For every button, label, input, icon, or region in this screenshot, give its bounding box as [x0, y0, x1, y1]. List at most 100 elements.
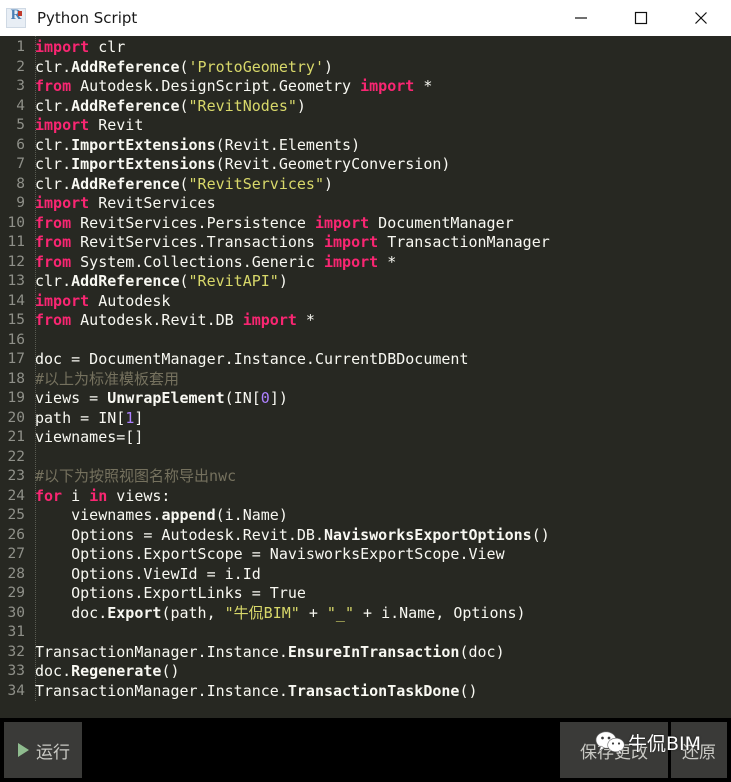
- code-token: (: [179, 57, 189, 76]
- code-token: ImportExtensions: [71, 135, 216, 154]
- line-number: 17: [7, 351, 25, 367]
- code-token: "牛侃BIM": [224, 603, 300, 622]
- line-text: from RevitServices.Transactions import T…: [30, 233, 550, 253]
- code-line: 8 clr.AddReference("RevitServices"): [0, 175, 731, 195]
- code-token: NavisworksExportOptions: [323, 525, 532, 544]
- line-text: TransactionManager.Instance.EnsureInTran…: [30, 643, 505, 663]
- line-number: 4: [16, 97, 25, 114]
- line-text: clr.AddReference("RevitServices"): [30, 175, 333, 195]
- code-token: "_": [326, 603, 354, 622]
- line-number: 30: [7, 604, 25, 621]
- line-text: import Revit: [30, 116, 143, 136]
- code-token: clr.: [35, 57, 72, 76]
- line-text: clr.AddReference("RevitNodes"): [30, 97, 306, 117]
- line-number: 12: [7, 253, 25, 270]
- line-text: clr.AddReference("RevitAPI"): [30, 272, 288, 292]
- line-number: 16: [7, 331, 25, 348]
- code-token: +: [299, 603, 327, 622]
- revert-button[interactable]: 还原: [671, 722, 727, 778]
- code-token: + i.Name, Options): [354, 603, 526, 622]
- code-token: Autodesk: [89, 291, 171, 310]
- line-number: 32: [7, 643, 25, 660]
- code-token: ): [296, 96, 306, 115]
- code-token: Options.ViewId = i.Id: [35, 564, 261, 583]
- code-line: 19 views = UnwrapElement(IN[0]): [0, 389, 731, 409]
- code-content[interactable]: 1 import clr 2 clr.AddReference('ProtoGeome…: [0, 36, 731, 701]
- line-number: 19: [7, 390, 25, 406]
- line-text: Options.ExportLinks = True: [30, 584, 306, 604]
- line-number: 5: [16, 117, 25, 133]
- code-token: clr: [89, 38, 126, 56]
- code-token: viewnames.: [35, 506, 162, 524]
- line-number: 14: [7, 292, 25, 309]
- code-line: 6 clr.ImportExtensions(Revit.Elements): [0, 136, 731, 156]
- code-token: RevitServices.Persistence: [71, 213, 315, 232]
- code-line: 28 Options.ViewId = i.Id: [0, 565, 731, 585]
- code-token: from: [35, 311, 72, 329]
- code-line: 20 path = IN[1]: [0, 409, 731, 429]
- code-token: import: [324, 252, 379, 271]
- code-token: (): [161, 662, 180, 680]
- code-line: 29 Options.ExportLinks = True: [0, 584, 731, 604]
- code-line: 30 doc.Export(path, "牛侃BIM" + "_" + i.Na…: [0, 604, 731, 624]
- code-line: 10 from RevitServices.Persistence import …: [0, 214, 731, 234]
- code-editor[interactable]: 1 import clr 2 clr.AddReference('ProtoGeome…: [0, 36, 731, 718]
- code-token: (: [179, 174, 189, 193]
- code-token: UnwrapElement: [107, 389, 225, 407]
- code-token: (): [459, 681, 478, 700]
- code-line: 1 import clr: [0, 38, 731, 58]
- line-text: viewnames.append(i.Name): [30, 506, 288, 526]
- save-changes-label: 保存更改: [580, 742, 648, 763]
- line-number: 26: [7, 526, 25, 543]
- code-line: 3 from Autodesk.DesignScript.Geometry imp…: [0, 77, 731, 97]
- code-token: DocumentManager: [369, 213, 514, 232]
- minimize-icon[interactable]: [551, 0, 611, 36]
- code-line: 25 viewnames.append(i.Name): [0, 506, 731, 526]
- line-number: 23: [7, 468, 25, 484]
- code-line: 13 clr.AddReference("RevitAPI"): [0, 272, 731, 292]
- line-number: 2: [16, 58, 25, 75]
- line-text: views = UnwrapElement(IN[0]): [30, 389, 288, 409]
- code-token: Options.ExportLinks = True: [35, 584, 306, 602]
- line-number: 21: [7, 429, 25, 445]
- code-token: (: [179, 272, 189, 290]
- code-token: AddReference: [71, 272, 180, 290]
- code-token: import: [35, 291, 90, 310]
- code-token: RevitServices: [89, 194, 216, 212]
- save-changes-button[interactable]: 保存更改: [560, 722, 668, 778]
- code-token: viewnames=[]: [35, 428, 144, 446]
- run-button[interactable]: 运行: [4, 722, 82, 778]
- revit-r-icon: R: [6, 7, 26, 28]
- window-controls: [551, 0, 731, 36]
- code-token: 0: [260, 389, 270, 407]
- line-number: 25: [7, 507, 25, 523]
- code-token: doc = DocumentManager.Instance.CurrentDB…: [35, 350, 469, 368]
- line-number: 3: [16, 78, 25, 94]
- code-token: import: [35, 194, 90, 212]
- line-text: from Autodesk.Revit.DB import *: [30, 311, 315, 331]
- line-text: [30, 448, 35, 468]
- line-text: from RevitServices.Persistence import Do…: [30, 214, 514, 234]
- play-icon: [18, 743, 29, 757]
- code-line: 14 import Autodesk: [0, 292, 731, 312]
- code-token: doc.: [35, 662, 72, 680]
- line-number: 31: [7, 624, 25, 640]
- code-line: 4 clr.AddReference("RevitNodes"): [0, 97, 731, 117]
- window-title-bar: R Python Script: [0, 0, 731, 36]
- code-line: 22: [0, 448, 731, 468]
- code-line: 33 doc.Regenerate(): [0, 662, 731, 682]
- line-number: 13: [7, 273, 25, 289]
- line-text: [30, 331, 35, 351]
- line-number: 6: [16, 136, 25, 153]
- code-token: TransactionManager: [378, 233, 550, 251]
- code-token: Options.ExportScope = NavisworksExportSc…: [35, 545, 505, 563]
- code-token: clr.: [35, 272, 72, 290]
- close-icon[interactable]: [671, 0, 731, 36]
- line-number: 33: [7, 663, 25, 679]
- code-token: AddReference: [71, 96, 180, 115]
- code-token: Options = Autodesk.Revit.DB.: [35, 525, 324, 544]
- code-token: AddReference: [71, 57, 180, 76]
- maximize-icon[interactable]: [611, 0, 671, 36]
- line-text: TransactionManager.Instance.TransactionT…: [30, 682, 478, 702]
- code-token: (): [531, 525, 550, 544]
